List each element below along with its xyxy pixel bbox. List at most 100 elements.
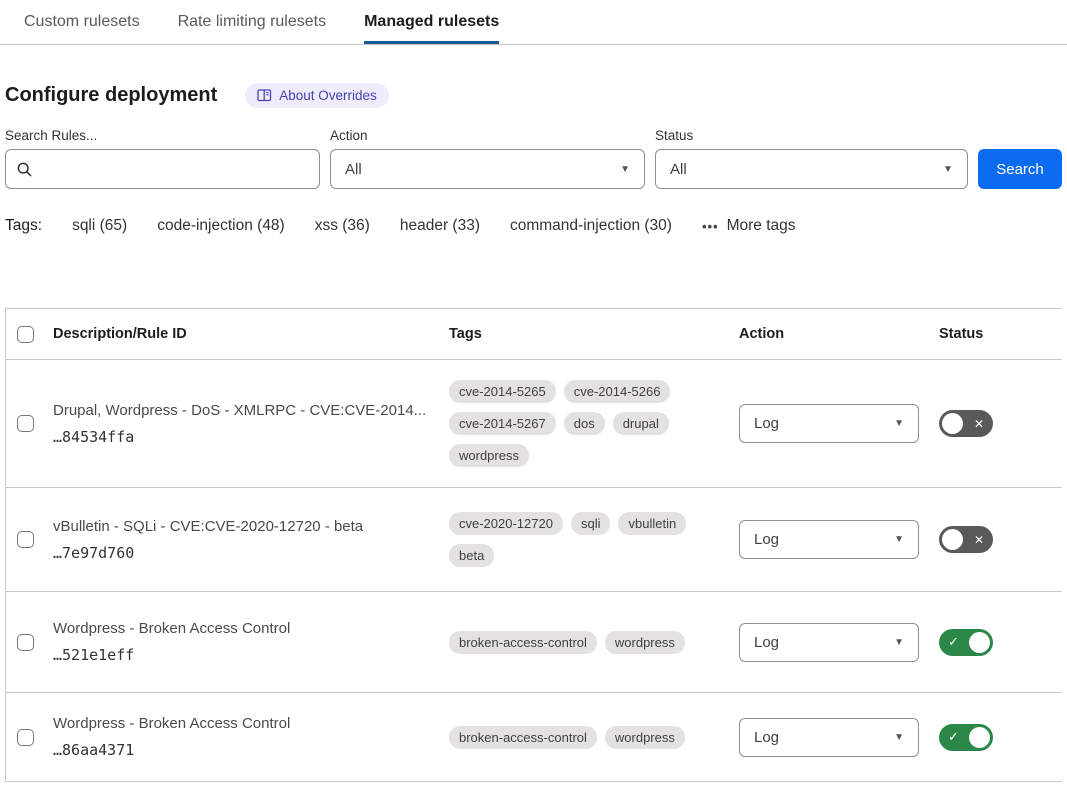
x-icon: ✕ — [974, 533, 984, 547]
more-tags-button[interactable]: ••• More tags — [702, 217, 796, 235]
table-row: Drupal, Wordpress - DoS - XMLRPC - CVE:C… — [6, 360, 1062, 488]
rule-id: …86aa4371 — [53, 741, 444, 759]
action-filter-select[interactable]: All ▼ — [330, 149, 645, 189]
row-checkbox-cell — [6, 531, 48, 548]
main-content: Configure deployment About Overrides Sea… — [0, 83, 1067, 782]
rule-cell: Drupal, Wordpress - DoS - XMLRPC - CVE:C… — [48, 402, 444, 446]
tag-pill: drupal — [613, 412, 669, 435]
chevron-down-icon: ▼ — [894, 534, 904, 545]
action-filter-value: All — [345, 161, 362, 178]
rule-description[interactable]: Wordpress - Broken Access Control — [53, 715, 444, 732]
status-filter-select[interactable]: All ▼ — [655, 149, 968, 189]
search-label: Search Rules... — [5, 128, 320, 143]
check-icon: ✓ — [948, 634, 959, 650]
action-select-value: Log — [754, 415, 779, 432]
ellipsis-icon: ••• — [702, 219, 719, 234]
tag-pill: cve-2014-5267 — [449, 412, 556, 435]
column-tags: Tags — [444, 326, 734, 342]
tab-rate-limiting-rulesets[interactable]: Rate limiting rulesets — [178, 0, 327, 44]
action-select-value: Log — [754, 531, 779, 548]
row-checkbox-cell — [6, 415, 48, 432]
rule-cell: Wordpress - Broken Access Control …521e1… — [48, 620, 444, 664]
table-row: Wordpress - Broken Access Control …86aa4… — [6, 693, 1062, 782]
tag-link[interactable]: command-injection (30) — [510, 217, 672, 235]
status-cell: ✓ ✕ — [934, 724, 1062, 751]
rules-table: Description/Rule ID Tags Action Status D… — [5, 308, 1062, 782]
heading-row: Configure deployment About Overrides — [5, 83, 1062, 108]
status-toggle[interactable]: ✓ ✕ — [939, 526, 993, 553]
status-cell: ✓ ✕ — [934, 629, 1062, 656]
rule-id: …7e97d760 — [53, 544, 444, 562]
row-checkbox[interactable] — [17, 729, 34, 746]
chevron-down-icon: ▼ — [894, 418, 904, 429]
tag-pill: sqli — [571, 512, 611, 535]
row-checkbox-cell — [6, 634, 48, 651]
tab-managed-rulesets[interactable]: Managed rulesets — [364, 0, 499, 44]
tab-bar: Custom rulesets Rate limiting rulesets Man… — [0, 0, 1067, 45]
status-filter-label: Status — [655, 128, 968, 143]
tag-links: sqli (65) code-injection (48) xss (36) head… — [72, 217, 672, 235]
select-all-checkbox[interactable] — [17, 326, 34, 343]
table-body: Drupal, Wordpress - DoS - XMLRPC - CVE:C… — [6, 360, 1062, 782]
toggle-knob — [942, 413, 963, 434]
toggle-knob — [969, 727, 990, 748]
row-checkbox[interactable] — [17, 531, 34, 548]
tag-pill: wordpress — [605, 726, 685, 749]
tab-custom-rulesets[interactable]: Custom rulesets — [24, 0, 140, 44]
rule-description[interactable]: Wordpress - Broken Access Control — [53, 620, 444, 637]
tags-bar: Tags: sqli (65) code-injection (48) xss (3… — [5, 217, 1062, 235]
tag-pill: vbulletin — [618, 512, 686, 535]
search-group: Search Rules... — [5, 128, 320, 189]
table-header: Description/Rule ID Tags Action Status — [6, 309, 1062, 360]
about-overrides-badge[interactable]: About Overrides — [245, 83, 389, 108]
rule-description[interactable]: vBulletin - SQLi - CVE:CVE-2020-12720 - … — [53, 518, 444, 535]
page-title: Configure deployment — [5, 84, 217, 107]
rule-id: …84534ffa — [53, 428, 444, 446]
row-checkbox[interactable] — [17, 634, 34, 651]
column-action: Action — [734, 326, 934, 342]
tag-link[interactable]: xss (36) — [315, 217, 370, 235]
status-filter-value: All — [670, 161, 687, 178]
action-cell: Log ▼ — [734, 404, 934, 443]
tag-pill: wordpress — [605, 631, 685, 654]
tag-pill: broken-access-control — [449, 631, 597, 654]
chevron-down-icon: ▼ — [894, 732, 904, 743]
tag-pill: cve-2014-5265 — [449, 380, 556, 403]
row-checkbox[interactable] — [17, 415, 34, 432]
toggle-knob — [969, 632, 990, 653]
status-cell: ✓ ✕ — [934, 526, 1062, 553]
tag-link[interactable]: sqli (65) — [72, 217, 127, 235]
tag-pill: cve-2020-12720 — [449, 512, 563, 535]
tag-pill: broken-access-control — [449, 726, 597, 749]
rule-tags: broken-access-control wordpress — [444, 726, 734, 749]
tags-bar-label: Tags: — [5, 217, 42, 235]
table-row: vBulletin - SQLi - CVE:CVE-2020-12720 - … — [6, 488, 1062, 592]
tag-link[interactable]: code-injection (48) — [157, 217, 285, 235]
search-input[interactable] — [41, 161, 309, 178]
tag-pill: wordpress — [449, 444, 529, 467]
status-toggle[interactable]: ✓ ✕ — [939, 724, 993, 751]
rule-cell: vBulletin - SQLi - CVE:CVE-2020-12720 - … — [48, 518, 444, 562]
action-select[interactable]: Log ▼ — [739, 718, 919, 757]
status-cell: ✓ ✕ — [934, 410, 1062, 437]
search-box — [5, 149, 320, 189]
action-select[interactable]: Log ▼ — [739, 404, 919, 443]
action-select[interactable]: Log ▼ — [739, 520, 919, 559]
search-icon — [16, 161, 33, 178]
toggle-knob — [942, 529, 963, 550]
rule-description[interactable]: Drupal, Wordpress - DoS - XMLRPC - CVE:C… — [53, 402, 444, 419]
action-select-value: Log — [754, 729, 779, 746]
action-select[interactable]: Log ▼ — [739, 623, 919, 662]
tag-pill: beta — [449, 544, 494, 567]
search-button[interactable]: Search — [978, 149, 1062, 189]
chevron-down-icon: ▼ — [943, 164, 953, 175]
column-description: Description/Rule ID — [48, 326, 444, 342]
tag-pill: cve-2014-5266 — [564, 380, 671, 403]
row-checkbox-cell — [6, 729, 48, 746]
more-tags-label: More tags — [727, 217, 796, 235]
rule-tags: cve-2020-12720 sqli vbulletin beta — [444, 512, 734, 567]
header-checkbox-cell — [6, 326, 48, 343]
status-toggle[interactable]: ✓ ✕ — [939, 410, 993, 437]
tag-link[interactable]: header (33) — [400, 217, 480, 235]
status-toggle[interactable]: ✓ ✕ — [939, 629, 993, 656]
